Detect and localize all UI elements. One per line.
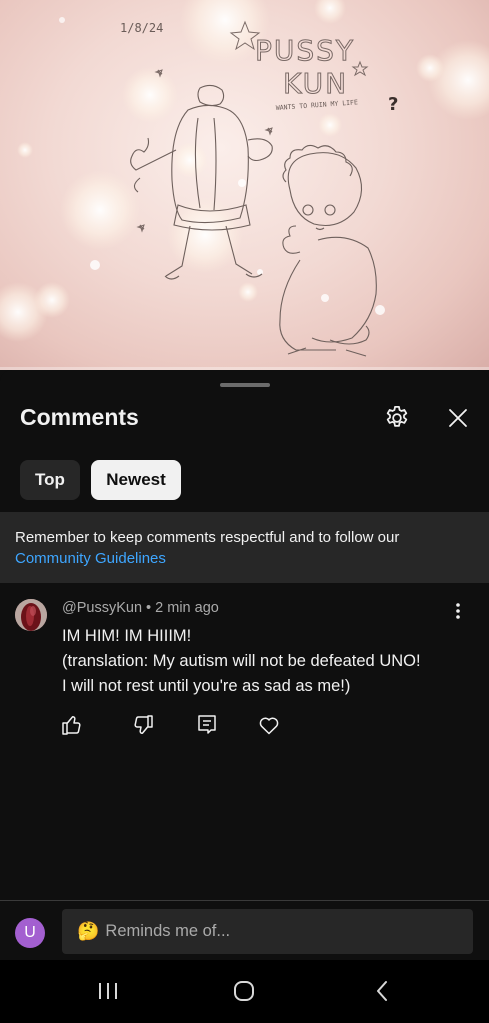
comments-sheet: Comments Top Newest Remember to keep com… <box>0 370 489 1023</box>
reply-button[interactable] <box>195 713 219 737</box>
community-guidelines-link[interactable]: Community Guidelines <box>15 548 474 569</box>
like-button[interactable] <box>60 713 84 737</box>
more-vert-icon <box>456 603 460 619</box>
comment-meta: @PussyKun • 2 min ago <box>62 600 219 616</box>
sort-chip-top[interactable]: Top <box>20 460 80 500</box>
comment-line: I will not rest until you're as sad as m… <box>62 677 351 695</box>
dislike-button[interactable] <box>131 713 155 737</box>
home-button[interactable] <box>229 978 259 1004</box>
heart-icon <box>259 717 279 735</box>
video-player[interactable]: 1/8/24 PUSSY KUN WANTS TO RUIN MY LIFE ? <box>0 0 489 370</box>
bokeh-lights <box>0 0 489 342</box>
comment-more-button[interactable] <box>446 599 470 623</box>
sketch-date: 1/8/24 <box>120 21 163 35</box>
drag-handle[interactable] <box>220 383 270 387</box>
sketch-title-line2: KUN <box>283 67 348 100</box>
user-avatar[interactable]: U <box>15 918 45 948</box>
comment-input-placeholder: Reminds me of... <box>105 922 231 940</box>
back-icon <box>377 981 387 1001</box>
comment-line: IM HIM! IM HIIIM! <box>62 627 192 645</box>
commenter-avatar[interactable] <box>15 599 47 631</box>
recent-apps-icon <box>99 983 117 999</box>
comment-actions <box>0 713 489 741</box>
home-icon <box>234 981 254 1001</box>
reply-icon <box>198 715 216 734</box>
guidelines-notice: Remember to keep comments respectful and… <box>0 512 489 583</box>
comment-input[interactable]: 🤔 Reminds me of... <box>62 909 473 954</box>
settings-button[interactable] <box>380 401 414 435</box>
comment-author[interactable]: @PussyKun <box>62 600 142 616</box>
sketch-figure-right <box>279 144 377 357</box>
comment-item: @PussyKun • 2 min ago IM HIM! IM HIIIM! … <box>0 595 489 755</box>
sketch-question-mark: ? <box>388 94 398 115</box>
thumbs-down-icon <box>134 715 153 735</box>
sketch-title-line1: PUSSY <box>255 34 355 67</box>
close-icon <box>449 409 467 427</box>
thinking-emoji-icon: 🤔 <box>77 921 100 941</box>
close-button[interactable] <box>441 401 475 435</box>
back-button[interactable] <box>368 978 398 1004</box>
gear-icon <box>386 406 408 427</box>
comment-line: (translation: My autism will not be defe… <box>62 652 421 670</box>
recent-apps-button[interactable] <box>94 978 124 1004</box>
comments-title: Comments <box>20 404 139 430</box>
thumbs-up-icon <box>62 715 81 735</box>
comment-time: 2 min ago <box>155 600 219 616</box>
meta-separator: • <box>146 600 152 616</box>
sketch-drawing: 1/8/24 PUSSY KUN WANTS TO RUIN MY LIFE ? <box>0 0 489 357</box>
composer-divider <box>0 900 489 901</box>
sketch-subtitle: WANTS TO RUIN MY LIFE <box>276 98 359 112</box>
sort-chip-newest[interactable]: Newest <box>91 460 181 500</box>
comment-body: IM HIM! IM HIIIM! (translation: My autis… <box>62 624 462 699</box>
system-navigation-bar <box>0 960 489 1023</box>
heart-button[interactable] <box>257 713 281 737</box>
guidelines-notice-text: Remember to keep comments respectful and… <box>15 529 400 546</box>
avatar-image <box>15 599 47 631</box>
